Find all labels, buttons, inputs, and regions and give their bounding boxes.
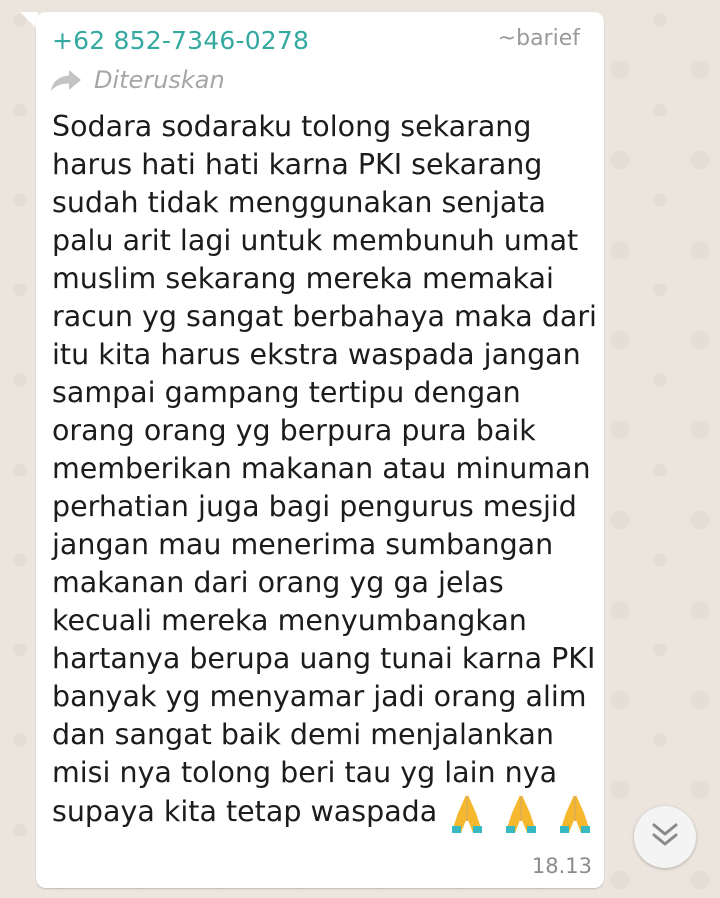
double-chevron-down-icon bbox=[650, 822, 680, 852]
forward-arrow-icon bbox=[50, 68, 82, 92]
folded-hands-icon bbox=[557, 792, 593, 834]
forwarded-indicator: Diteruskan bbox=[50, 64, 225, 96]
message-text: Sodara sodaraku tolong sekarang harus ha… bbox=[52, 110, 597, 828]
sender-pushname: ~barief bbox=[497, 26, 580, 51]
forwarded-label: Diteruskan bbox=[94, 66, 225, 94]
message-timestamp: 18.13 bbox=[531, 854, 592, 878]
scroll-to-bottom-button[interactable] bbox=[634, 806, 696, 868]
message-body: Sodara sodaraku tolong sekarang harus ha… bbox=[52, 108, 597, 834]
message-bubble[interactable]: +62 852-7346-0278 ~barief Diteruskan Sod… bbox=[36, 12, 604, 888]
emoji-group bbox=[449, 792, 593, 834]
sender-phone[interactable]: +62 852-7346-0278 bbox=[52, 26, 309, 55]
folded-hands-icon bbox=[503, 792, 539, 834]
folded-hands-icon bbox=[449, 792, 485, 834]
